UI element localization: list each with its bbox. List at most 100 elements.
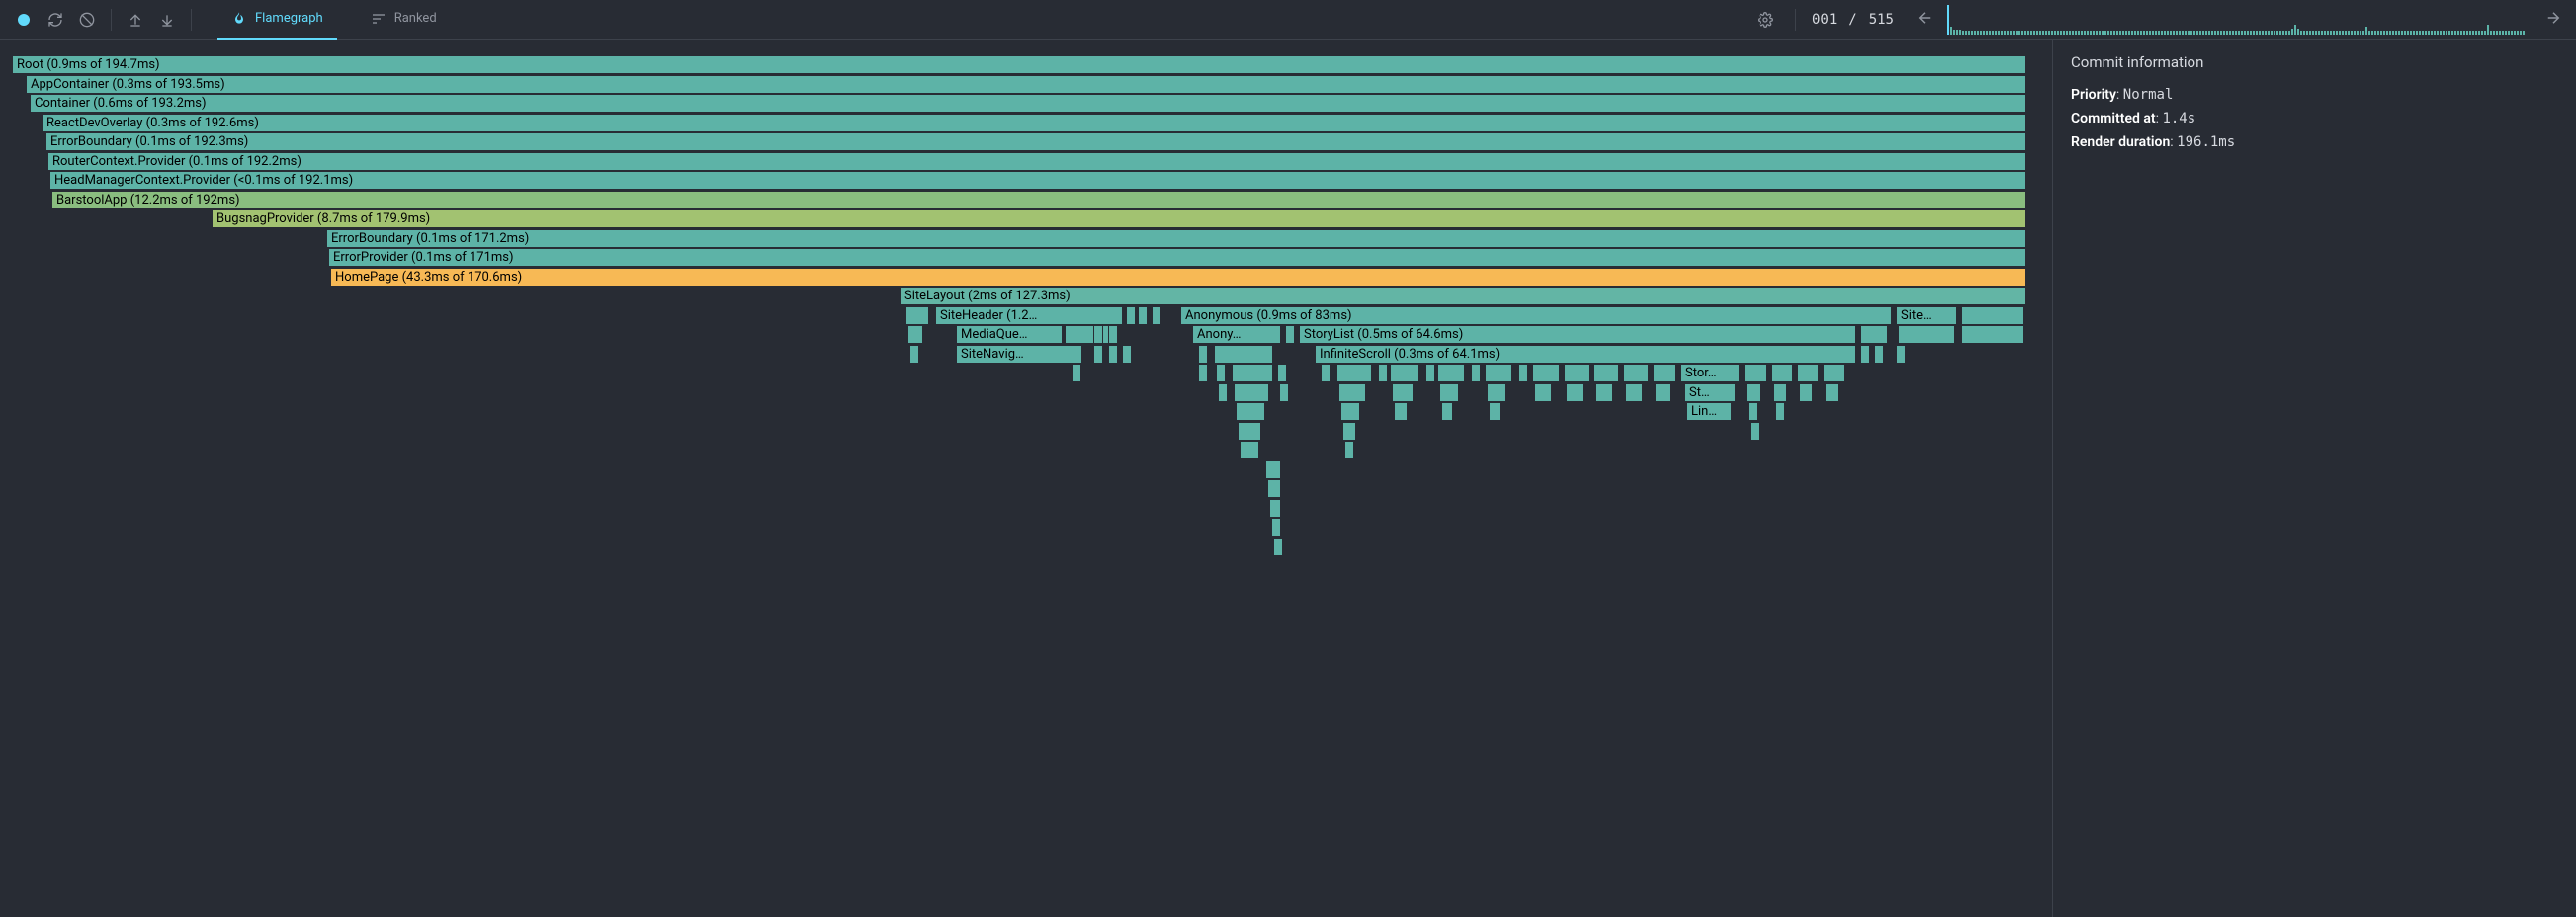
upload-button[interactable] bbox=[122, 6, 149, 34]
flame-bar[interactable] bbox=[1152, 306, 1161, 325]
commit-strip-bar[interactable] bbox=[2416, 31, 2418, 35]
commit-strip-bar[interactable] bbox=[2241, 31, 2243, 35]
flame-bar[interactable] bbox=[1961, 306, 2024, 325]
flame-bar[interactable] bbox=[1625, 383, 1643, 402]
commit-strip-bar[interactable] bbox=[1986, 31, 1988, 35]
commit-strip-bar[interactable] bbox=[2069, 31, 2071, 35]
flame-bar[interactable] bbox=[1340, 402, 1360, 421]
flame-bar[interactable] bbox=[1238, 422, 1261, 441]
flame-bar[interactable] bbox=[1746, 383, 1761, 402]
flame-bar[interactable] bbox=[1534, 383, 1552, 402]
prev-commit-button[interactable] bbox=[1912, 5, 1937, 35]
commit-strip-bar[interactable] bbox=[2383, 31, 2385, 35]
flame-bar[interactable] bbox=[1093, 345, 1103, 364]
flame-bar[interactable] bbox=[1860, 345, 1870, 364]
commit-strip-bar[interactable] bbox=[2244, 31, 2246, 35]
commit-strip-bar[interactable] bbox=[2096, 31, 2098, 35]
commit-strip-bar[interactable] bbox=[2425, 31, 2427, 35]
flame-bar[interactable] bbox=[1390, 364, 1419, 382]
flame-bar[interactable] bbox=[1277, 364, 1287, 382]
flame-bar[interactable] bbox=[1961, 325, 2024, 344]
commit-strip-bar[interactable] bbox=[2051, 31, 2053, 35]
commit-strip-bar[interactable] bbox=[2398, 31, 2400, 35]
flame-bar[interactable] bbox=[1234, 383, 1269, 402]
commit-strip-bar[interactable] bbox=[2374, 31, 2376, 35]
flame-bar[interactable] bbox=[1750, 422, 1760, 441]
settings-button[interactable] bbox=[1752, 6, 1779, 34]
flame-bar[interactable] bbox=[909, 345, 919, 364]
commit-strip-bar[interactable] bbox=[2081, 31, 2083, 35]
commit-strip-bar[interactable] bbox=[2063, 31, 2065, 35]
commit-strip-bar[interactable] bbox=[2321, 31, 2323, 35]
flame-bar[interactable]: Site… bbox=[1896, 306, 1957, 325]
flame-bar[interactable]: ErrorProvider (0.1ms of 171ms) bbox=[328, 248, 2026, 267]
flame-bar[interactable]: BugsnagProvider (8.7ms of 179.9ms) bbox=[212, 209, 2026, 228]
flame-bar[interactable] bbox=[1321, 364, 1331, 382]
commit-strip-bar[interactable] bbox=[2188, 31, 2190, 35]
flame-bar[interactable] bbox=[1394, 402, 1408, 421]
commit-strip-bar[interactable] bbox=[1974, 31, 1976, 35]
commit-strip-bar[interactable] bbox=[2490, 31, 2492, 35]
flame-bar[interactable] bbox=[1860, 325, 1888, 344]
flame-bar[interactable] bbox=[1744, 364, 1767, 382]
record-button[interactable] bbox=[10, 6, 38, 34]
flame-bar[interactable]: SiteHeader (1.2… bbox=[935, 306, 1123, 325]
commit-strip-bar[interactable] bbox=[2199, 31, 2201, 35]
flame-bar[interactable] bbox=[1108, 325, 1118, 344]
commit-strip-bar[interactable] bbox=[2007, 31, 2009, 35]
flame-bar[interactable]: HomePage (43.3ms of 170.6ms) bbox=[330, 268, 2026, 287]
download-button[interactable] bbox=[153, 6, 181, 34]
flame-bar[interactable] bbox=[1126, 306, 1136, 325]
commit-strip-bar[interactable] bbox=[2054, 31, 2056, 35]
flame-bar[interactable] bbox=[1392, 383, 1414, 402]
flame-bar[interactable]: RouterContext.Provider (0.1ms of 192.2ms… bbox=[47, 152, 2026, 171]
commit-strip-bar[interactable] bbox=[2247, 31, 2249, 35]
commit-strip-bar[interactable] bbox=[2502, 31, 2504, 35]
commit-strip-bar[interactable] bbox=[2360, 31, 2361, 35]
commit-strip-bar[interactable] bbox=[2327, 31, 2329, 35]
commit-strip-bar[interactable] bbox=[2520, 31, 2522, 35]
commit-strip-bar[interactable] bbox=[1995, 31, 1997, 35]
flame-bar[interactable] bbox=[1265, 460, 1281, 479]
commit-strip-bar[interactable] bbox=[2345, 31, 2347, 35]
commit-strip-bar[interactable] bbox=[2419, 31, 2421, 35]
flame-bar[interactable]: Stor… bbox=[1680, 364, 1740, 382]
flame-bar[interactable] bbox=[1271, 518, 1281, 537]
commit-strip-bar[interactable] bbox=[2493, 31, 2495, 35]
commit-strip-bar[interactable] bbox=[2336, 31, 2338, 35]
flame-bar[interactable]: HeadManagerContext.Provider (<0.1ms of 1… bbox=[49, 171, 2026, 190]
commit-strip-bar[interactable] bbox=[2371, 31, 2373, 35]
commit-strip-bar[interactable] bbox=[2348, 31, 2350, 35]
commit-strip-bar[interactable] bbox=[2268, 31, 2270, 35]
commit-strip-bar[interactable] bbox=[2487, 25, 2489, 35]
commit-strip-bar[interactable] bbox=[2078, 31, 2080, 35]
flame-bar[interactable] bbox=[1874, 345, 1884, 364]
flame-bar[interactable] bbox=[1487, 383, 1506, 402]
commit-strip-bar[interactable] bbox=[2250, 31, 2252, 35]
commit-strip-bar[interactable] bbox=[2018, 31, 2020, 35]
flame-bar[interactable] bbox=[1198, 345, 1208, 364]
commit-strip-bar[interactable] bbox=[2368, 31, 2370, 35]
commit-strip-bar[interactable] bbox=[2036, 31, 2038, 35]
commit-strip-bar[interactable] bbox=[2214, 31, 2216, 35]
commit-strip-bar[interactable] bbox=[2351, 31, 2353, 35]
flame-bar[interactable] bbox=[1240, 441, 1259, 459]
flame-bar[interactable] bbox=[1279, 383, 1289, 402]
commit-strip-bar[interactable] bbox=[2508, 31, 2510, 35]
commit-strip-bar[interactable] bbox=[2110, 31, 2112, 35]
flame-bar[interactable] bbox=[1273, 538, 1283, 556]
commit-strip-bar[interactable] bbox=[2152, 31, 2154, 35]
commit-strip-bar[interactable] bbox=[2475, 31, 2477, 35]
reload-button[interactable] bbox=[42, 6, 69, 34]
commit-strip-bar[interactable] bbox=[2161, 31, 2163, 35]
commit-strip-bar[interactable] bbox=[2090, 31, 2092, 35]
flame-bar[interactable]: ErrorBoundary (0.1ms of 171.2ms) bbox=[326, 229, 2026, 248]
commit-strip-bar[interactable] bbox=[2463, 31, 2465, 35]
commit-strip-bar[interactable] bbox=[2164, 31, 2166, 35]
commit-strip-bar[interactable] bbox=[2262, 31, 2264, 35]
flame-bar[interactable] bbox=[1593, 364, 1619, 382]
flame-bar[interactable] bbox=[1773, 383, 1787, 402]
flame-bar[interactable] bbox=[1441, 402, 1453, 421]
commit-strip-bar[interactable] bbox=[2104, 31, 2106, 35]
commit-strip-bar[interactable] bbox=[2010, 31, 2012, 35]
